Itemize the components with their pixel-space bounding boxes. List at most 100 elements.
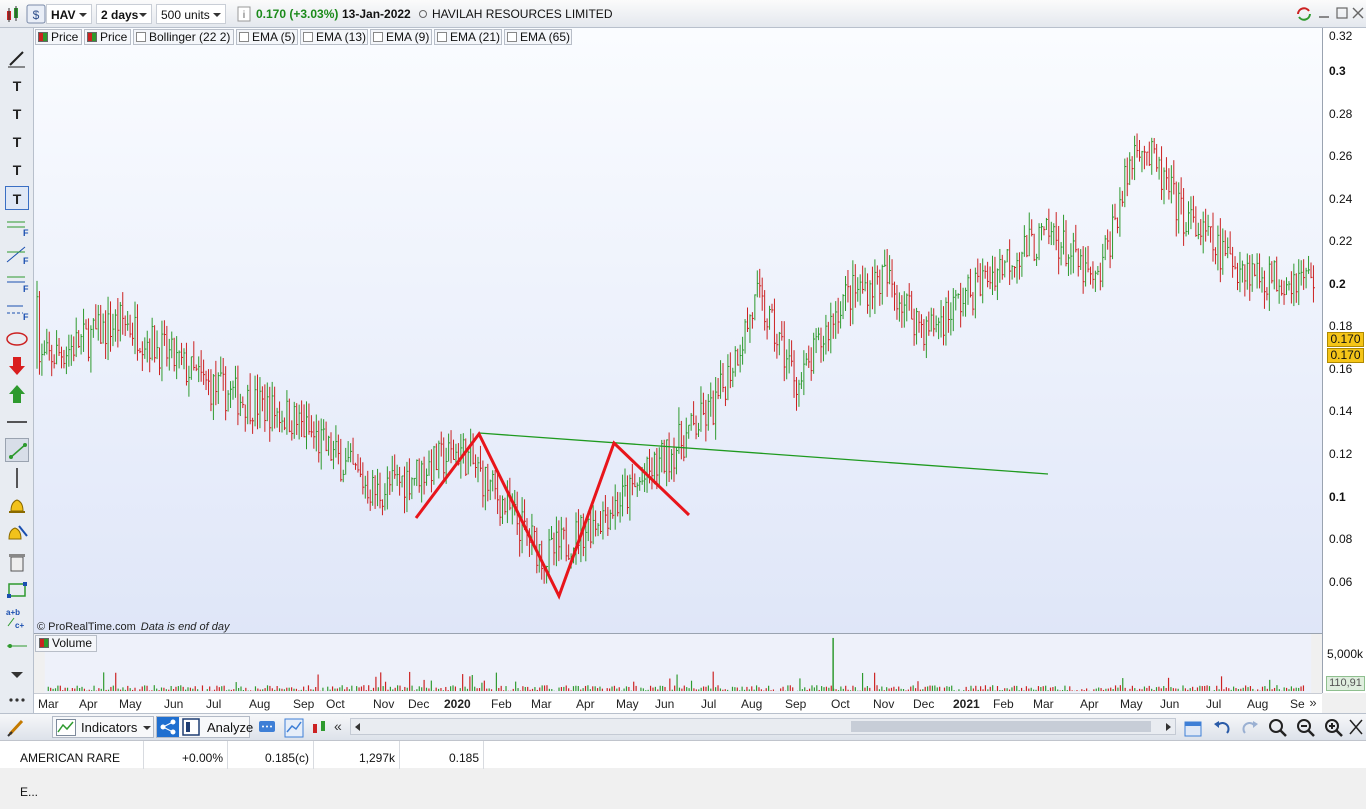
volume-bar	[939, 687, 940, 691]
legend-ema-5[interactable]: EMA (5)	[236, 29, 298, 45]
arrow-up-icon[interactable]	[5, 382, 29, 406]
zoom-out-icon[interactable]	[1296, 718, 1316, 738]
fibonacci-icon[interactable]: F	[5, 214, 29, 238]
fibonacci-retracement-icon[interactable]: F	[5, 270, 29, 294]
volume-bar	[183, 687, 184, 691]
scroll-down-icon[interactable]	[5, 662, 29, 686]
draw-mode-icon[interactable]	[6, 717, 26, 737]
zoom-in-icon[interactable]	[1324, 718, 1344, 738]
legend-ema-21[interactable]: EMA (21)	[434, 29, 502, 45]
scroll-right-icon[interactable]: »	[1304, 695, 1322, 712]
text-tool-icon[interactable]: T	[5, 158, 29, 182]
volume-panel[interactable]	[34, 633, 1322, 693]
close-icon[interactable]	[1351, 5, 1366, 25]
text-tool-icon[interactable]: T	[5, 74, 29, 98]
minimize-icon[interactable]	[1316, 5, 1336, 25]
volume-bar	[1221, 676, 1222, 691]
svg-text:i: i	[243, 10, 245, 21]
info-icon[interactable]: i	[234, 4, 254, 24]
volume-bar	[862, 673, 863, 691]
horizontal-line-icon[interactable]	[5, 410, 29, 434]
horizontal-scrollbar[interactable]	[350, 718, 1176, 735]
instrument-name: HAVILAH RESOURCES LIMITED	[432, 4, 612, 24]
scroll-right-icon[interactable]	[1166, 723, 1171, 731]
volume-bar	[1134, 688, 1135, 691]
legend-ema-9[interactable]: EMA (9)	[370, 29, 432, 45]
volume-bar	[881, 686, 882, 691]
volume-bar	[342, 685, 343, 691]
volume-bar	[968, 690, 969, 691]
legend-bollinger[interactable]: Bollinger (22 2)	[133, 29, 234, 45]
scrollbar-thumb[interactable]	[851, 721, 1151, 732]
checkbox-icon	[373, 32, 383, 42]
screener-icon[interactable]	[284, 718, 304, 738]
fibonacci-fan-icon[interactable]: F	[5, 242, 29, 266]
scroll-left-icon[interactable]	[355, 723, 360, 731]
trendline-icon[interactable]	[5, 438, 29, 462]
undo-icon[interactable]	[1212, 718, 1232, 738]
price-axis[interactable]: 0.32 0.3 0.28 0.26 0.24 0.22 0.2 0.18 0.…	[1322, 28, 1366, 693]
period-selector[interactable]: 2 days	[96, 4, 152, 24]
volume-bar	[727, 690, 728, 691]
trading-icon[interactable]	[310, 718, 330, 738]
x-tick-label: Apr	[1080, 697, 1099, 711]
volume-bar	[262, 689, 263, 691]
volume-bar	[585, 686, 586, 691]
analyze-button[interactable]: Analyze	[156, 716, 250, 738]
collapse-left-icon[interactable]: «	[334, 718, 342, 734]
volume-bar	[1016, 686, 1017, 691]
legend-label: Price	[51, 30, 78, 44]
symbol-selector[interactable]: HAV	[46, 4, 92, 24]
volume-bar	[980, 686, 981, 691]
units-selector[interactable]: 500 units	[156, 4, 226, 24]
volume-bar	[1019, 690, 1020, 691]
volume-bar	[390, 687, 391, 691]
watchlist-row[interactable]: AMERICAN RARE E... +0.00% 0.185(c) 1,297…	[0, 740, 1366, 768]
ellipse-icon[interactable]	[5, 326, 29, 350]
volume-bar	[720, 688, 721, 691]
redo-icon[interactable]	[1240, 718, 1260, 738]
volume-bar	[62, 690, 63, 691]
instrument-type-icon[interactable]: $	[26, 4, 46, 24]
chevron-down-icon[interactable]	[143, 726, 151, 730]
calendar-icon[interactable]	[1183, 718, 1203, 738]
checkbox-icon	[239, 32, 249, 42]
volume-bar	[1153, 690, 1154, 691]
volume-bar	[238, 688, 239, 691]
volume-bar	[356, 686, 357, 691]
text-tool-icon[interactable]: T	[5, 102, 29, 126]
fibonacci-time-icon[interactable]: F	[5, 298, 29, 322]
volume-bar	[1069, 686, 1070, 691]
checkbox-icon	[437, 32, 447, 42]
text-tool-icon[interactable]: T	[5, 130, 29, 154]
sync-icon[interactable]	[1294, 5, 1314, 25]
indicators-icon	[56, 719, 76, 736]
alert-bell-icon[interactable]	[5, 494, 29, 518]
chat-icon[interactable]	[258, 718, 278, 738]
text-box-icon[interactable]: T	[5, 186, 29, 210]
rectangle-select-icon[interactable]	[5, 578, 29, 602]
trash-icon[interactable]	[5, 550, 29, 574]
price-chart[interactable]: © ProRealTime.comData is end of day	[34, 28, 1322, 633]
pencil-icon[interactable]	[5, 46, 29, 70]
abc-pattern-icon[interactable]: a+bc+	[5, 606, 29, 630]
volume-bar	[481, 683, 482, 691]
vertical-line-icon[interactable]	[5, 466, 29, 490]
zoom-fit-icon[interactable]	[1268, 718, 1288, 738]
volume-bar	[450, 686, 451, 691]
volume-bar	[395, 688, 396, 691]
line-segment-icon[interactable]	[5, 634, 29, 658]
legend-ema-65[interactable]: EMA (65)	[504, 29, 572, 45]
arrow-down-icon[interactable]	[5, 354, 29, 378]
expand-icon[interactable]	[1348, 718, 1366, 738]
more-icon[interactable]	[5, 688, 29, 712]
legend-price-1[interactable]: Price	[35, 29, 82, 45]
volume-legend[interactable]: Volume	[35, 635, 97, 652]
legend-ema-13[interactable]: EMA (13)	[300, 29, 368, 45]
legend-price-2[interactable]: Price	[84, 29, 131, 45]
alert-edit-icon[interactable]	[5, 522, 29, 546]
time-axis[interactable]: Mar Apr May Jun Jul Aug Sep Oct Nov Dec …	[34, 693, 1322, 713]
volume-bar	[132, 690, 133, 691]
indicators-button[interactable]: Indicators	[52, 716, 154, 738]
chart-type-icon[interactable]	[4, 4, 24, 24]
